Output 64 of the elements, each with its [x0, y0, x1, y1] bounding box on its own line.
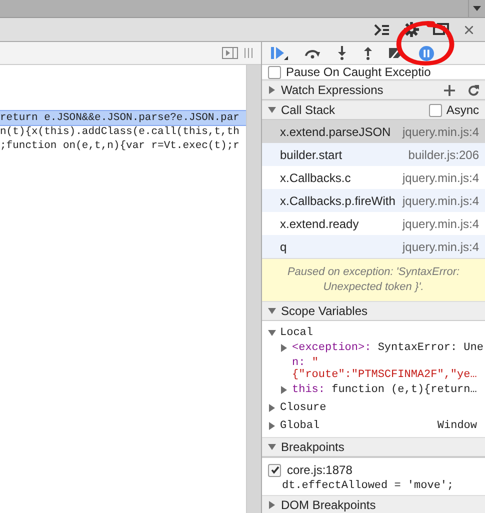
section-header[interactable]: DOM Breakpoints — [262, 495, 485, 513]
step-into-icon[interactable] — [337, 46, 347, 60]
collapsed-triangle-icon[interactable] — [268, 422, 276, 430]
section-header[interactable]: Watch Expressions — [262, 80, 485, 100]
collapsed-triangle-icon[interactable] — [268, 404, 276, 412]
expanded-triangle-icon[interactable] — [268, 443, 276, 451]
dock-icon[interactable] — [433, 22, 451, 36]
console-drawer-icon[interactable] — [374, 24, 390, 36]
code-line: n(t){x(this).addClass(e.call(this,t,th — [0, 125, 240, 139]
function-name: x.extend.ready — [280, 216, 359, 230]
refresh-icon[interactable] — [468, 84, 479, 96]
frame-location: jquery.min.js:4 — [402, 124, 479, 138]
paused-message: Paused on exception: 'SyntaxError: Unexpected token }'. — [262, 258, 485, 301]
scope-name[interactable]: Global — [280, 420, 320, 432]
scope-name[interactable]: Local — [280, 327, 314, 339]
frame-location: jquery.min.js:4 — [402, 216, 479, 230]
function-name: builder.start — [280, 148, 342, 162]
pause-icon[interactable] — [419, 46, 434, 60]
dropdown-caret-icon[interactable] — [473, 6, 481, 11]
code-line: ;function on(e,t,n){var r=Vt.exec(t);r — [0, 139, 240, 153]
scope-value: Window — [437, 420, 478, 432]
variable-entry[interactable]: this: function (e,t){return… — [292, 384, 477, 396]
scrollbar[interactable] — [246, 65, 261, 513]
collapsed-triangle-icon[interactable] — [268, 501, 276, 509]
panel-toggle-icon[interactable] — [244, 47, 253, 59]
expanded-triangle-icon[interactable] — [268, 106, 276, 114]
navigator-toggle-icon[interactable] — [222, 47, 238, 59]
step-over-icon[interactable] — [304, 47, 321, 59]
checkbox[interactable] — [429, 104, 442, 116]
checkbox[interactable] — [268, 464, 281, 476]
breakpoint-location[interactable]: core.js:1878 — [287, 463, 352, 477]
add-icon[interactable] — [444, 84, 455, 96]
checkbox[interactable] — [268, 66, 281, 78]
collapsed-triangle-icon[interactable] — [268, 86, 276, 94]
frame-location: jquery.min.js:4 — [402, 170, 479, 184]
function-name: x.Callbacks.c — [280, 170, 351, 184]
deactivate-breakpoints-icon[interactable] — [389, 47, 403, 59]
collapsed-triangle-icon[interactable] — [280, 344, 288, 352]
checkbox-label: Async — [446, 103, 479, 117]
frame-location: jquery.min.js:4 — [402, 240, 479, 254]
call-frame[interactable]: q jquery.min.js:4 — [262, 235, 485, 258]
step-out-icon[interactable] — [363, 46, 373, 60]
frame-location: jquery.min.js:4 — [402, 194, 479, 208]
section-header[interactable]: Scope Variables — [262, 301, 485, 321]
call-frame[interactable]: x.Callbacks.p.fireWith jquery.min.js:4 — [262, 189, 485, 212]
collapsed-triangle-icon[interactable] — [280, 386, 288, 394]
function-name: q — [280, 240, 287, 254]
variable-entry[interactable]: n: " {"route":"PTMSCFINMA2F","ye… — [292, 357, 477, 381]
checkbox-label: Pause On Caught Exceptio — [286, 65, 431, 79]
frame-location: builder.js:206 — [408, 148, 479, 162]
breakpoint-code: dt.effectAllowed = 'move'; — [281, 480, 455, 492]
expanded-triangle-icon[interactable] — [268, 307, 276, 315]
variable-entry[interactable]: <exception>: SyntaxError: Une — [292, 342, 484, 354]
close-icon[interactable] — [465, 26, 473, 34]
function-name: x.Callbacks.p.fireWith — [280, 194, 396, 208]
scope-name[interactable]: Closure — [280, 402, 326, 414]
resume-icon[interactable] — [270, 46, 288, 60]
settings-icon[interactable] — [404, 22, 419, 37]
section-header[interactable]: Call Stack Async — [262, 100, 485, 120]
section-header[interactable]: Breakpoints — [262, 437, 485, 457]
call-frame[interactable]: x.extend.parseJSON jquery.min.js:4 — [262, 120, 485, 143]
call-frame[interactable]: builder.start builder.js:206 — [262, 143, 485, 166]
function-name: x.extend.parseJSON — [280, 124, 391, 138]
expanded-triangle-icon[interactable] — [268, 329, 276, 337]
